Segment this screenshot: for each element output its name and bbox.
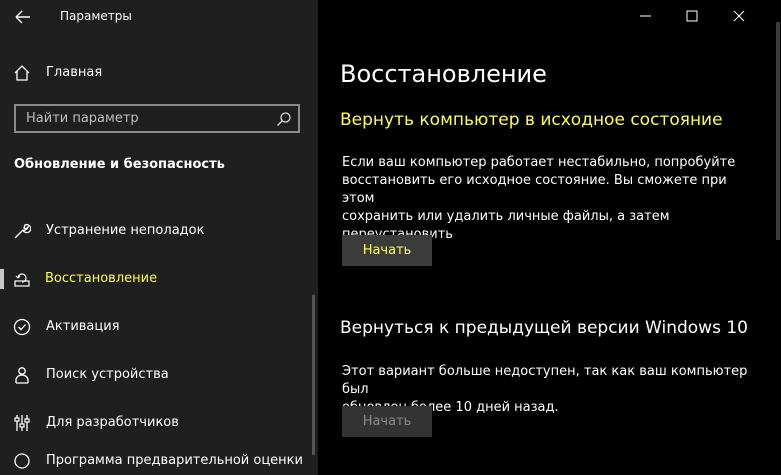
sidebar-item-insider[interactable]: Программа предварительной оценки bbox=[0, 443, 318, 475]
window-controls bbox=[621, 0, 781, 32]
nav-home-label: Главная bbox=[46, 65, 103, 80]
home-icon bbox=[13, 64, 31, 82]
sidebar-item-label: Поиск устройства bbox=[46, 367, 169, 382]
maximize-icon[interactable] bbox=[669, 0, 715, 32]
sidebar-item-label: Устранение неполадок bbox=[46, 223, 205, 238]
sliders-icon bbox=[13, 414, 31, 432]
sidebar-item-troubleshoot[interactable]: Устранение неполадок bbox=[0, 213, 318, 249]
rollback-start-button: Начать bbox=[342, 406, 432, 437]
reset-description-line: Если ваш компьютер работает нестабильно,… bbox=[342, 155, 736, 170]
reset-start-button[interactable]: Начать bbox=[342, 235, 432, 266]
sidebar-item-developers[interactable]: Для разработчиков bbox=[0, 405, 318, 441]
sidebar: Параметры Главная Найти параметр Обновле… bbox=[0, 0, 318, 475]
minimize-icon[interactable] bbox=[623, 0, 669, 32]
active-indicator bbox=[0, 269, 4, 289]
sidebar-item-find-device[interactable]: Поиск устройства bbox=[0, 357, 318, 393]
search-icon[interactable] bbox=[276, 111, 292, 127]
recovery-icon bbox=[13, 270, 31, 288]
wrench-icon bbox=[13, 222, 32, 240]
main-scrollbar[interactable] bbox=[776, 22, 780, 240]
search-input[interactable]: Найти параметр bbox=[14, 104, 300, 133]
insider-icon bbox=[13, 452, 31, 470]
back-arrow-icon[interactable] bbox=[12, 6, 34, 28]
sidebar-item-label: Восстановление bbox=[45, 271, 158, 286]
close-icon[interactable] bbox=[715, 0, 761, 32]
rollback-heading: Вернуться к предыдущей версии Windows 10 bbox=[340, 318, 748, 338]
sidebar-item-activation[interactable]: Активация bbox=[0, 309, 318, 345]
sidebar-item-label: Для разработчиков bbox=[46, 415, 179, 430]
main-panel: Восстановление Вернуть компьютер в исход… bbox=[318, 0, 781, 475]
search-placeholder: Найти параметр bbox=[26, 111, 139, 126]
sidebar-item-label: Программа предварительной оценки bbox=[46, 453, 303, 468]
sidebar-scrollbar[interactable] bbox=[312, 295, 315, 455]
nav-home[interactable]: Главная bbox=[0, 58, 318, 88]
page-title: Восстановление bbox=[340, 60, 547, 88]
rollback-description-line: Этот вариант больше недоступен, так как … bbox=[342, 364, 748, 397]
app-title: Параметры bbox=[60, 9, 132, 23]
reset-description-line: восстановить его исходное состояние. Вы … bbox=[342, 173, 727, 206]
reset-heading: Вернуть компьютер в исходное состояние bbox=[340, 110, 723, 130]
section-title: Обновление и безопасность bbox=[14, 157, 225, 172]
person-location-icon bbox=[13, 366, 31, 384]
check-circle-icon bbox=[13, 318, 31, 336]
sidebar-item-recovery[interactable]: Восстановление bbox=[0, 261, 318, 297]
sidebar-item-label: Активация bbox=[46, 319, 120, 334]
